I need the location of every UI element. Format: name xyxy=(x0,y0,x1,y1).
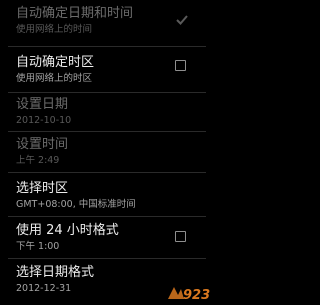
setting-subtitle: 上午 2:49 xyxy=(16,155,60,166)
setting-set-date[interactable]: 设置日期 2012-10-10 xyxy=(0,96,214,127)
setting-title: 选择日期格式 xyxy=(16,265,95,280)
setting-subtitle: 使用网络上的时区 xyxy=(16,73,93,84)
setting-set-time[interactable]: 设置时间 上午 2:49 xyxy=(0,136,214,167)
setting-title: 设置时间 xyxy=(16,137,69,152)
divider xyxy=(8,216,206,217)
watermark-text: 923 xyxy=(183,288,210,303)
site-watermark-logo: 923 xyxy=(168,287,210,303)
setting-subtitle: GMT+08:00, 中国标准时间 xyxy=(16,199,136,210)
setting-title: 自动确定时区 xyxy=(16,55,95,70)
divider xyxy=(8,46,206,47)
setting-title: 选择时区 xyxy=(16,181,69,196)
setting-select-time-zone[interactable]: 选择时区 GMT+08:00, 中国标准时间 xyxy=(0,180,214,211)
auto-time-zone-checkbox[interactable] xyxy=(175,60,186,71)
divider xyxy=(8,131,206,132)
divider xyxy=(8,172,206,173)
24-hour-format-checkbox[interactable] xyxy=(175,231,186,242)
checkmark-icon[interactable] xyxy=(175,13,189,27)
setting-title: 设置日期 xyxy=(16,97,69,112)
setting-subtitle: 使用网络上的时间 xyxy=(16,24,93,35)
setting-subtitle: 2012-10-10 xyxy=(16,115,72,126)
setting-subtitle: 2012-12-31 xyxy=(16,283,72,294)
setting-subtitle: 下午 1:00 xyxy=(16,241,60,252)
divider xyxy=(8,92,206,93)
setting-title: 使用 24 小时格式 xyxy=(16,223,119,238)
date-time-settings-screen: 自动确定日期和时间 使用网络上的时间 自动确定时区 使用网络上的时区 设置日期 … xyxy=(0,0,214,305)
setting-title: 自动确定日期和时间 xyxy=(16,6,134,21)
divider xyxy=(8,258,206,259)
